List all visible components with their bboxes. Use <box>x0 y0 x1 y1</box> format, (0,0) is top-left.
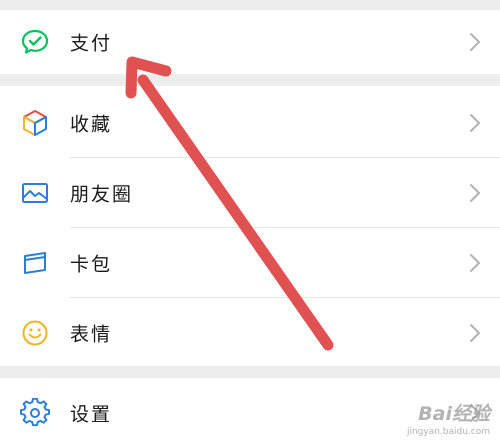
menu-item-cards[interactable]: 卡包 <box>0 228 500 298</box>
watermark-logo: Bai经验 jingyan.baidu.com <box>376 399 494 439</box>
menu-item-favorites-label: 收藏 <box>70 113 113 136</box>
card-wallet-icon <box>24 252 46 274</box>
menu-item-payment[interactable]: 支付 <box>0 7 500 77</box>
me-page-menu: 支付 收藏 朋友圈 卡包 表情 设置 Bai经验 jingyan.baidu.c… <box>0 0 500 445</box>
wechat-pay-check-icon <box>21 29 49 54</box>
chevron-right-icon <box>470 254 480 272</box>
menu-item-payment-label: 支付 <box>70 32 113 55</box>
chevron-right-icon <box>470 33 480 51</box>
menu-group-main: 收藏 朋友圈 卡包 表情 <box>0 86 500 366</box>
chevron-right-icon <box>470 114 480 132</box>
menu-item-cards-label: 卡包 <box>70 253 113 276</box>
watermark-brand: Bai经验 <box>418 403 490 425</box>
menu-item-favorites[interactable]: 收藏 <box>0 88 500 158</box>
menu-item-stickers-label: 表情 <box>70 323 113 346</box>
smiley-face-icon <box>22 320 48 346</box>
gear-icon <box>20 398 50 427</box>
menu-item-moments-label: 朋友圈 <box>70 183 134 206</box>
chevron-right-icon <box>470 324 480 342</box>
menu-item-moments[interactable]: 朋友圈 <box>0 158 500 228</box>
chevron-right-icon <box>470 184 480 202</box>
menu-group-payment: 支付 <box>0 10 500 74</box>
watermark-site: jingyan.baidu.com <box>406 427 490 437</box>
menu-item-stickers[interactable]: 表情 <box>0 298 500 368</box>
menu-item-settings-label: 设置 <box>70 403 113 426</box>
cube-favorites-icon <box>23 110 47 136</box>
picture-icon <box>22 183 48 203</box>
